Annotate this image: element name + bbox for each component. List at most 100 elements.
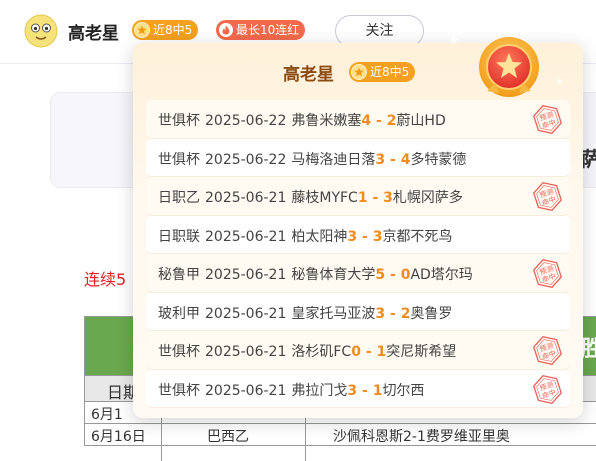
away-team: AD塔尔玛: [410, 267, 473, 283]
score-separator: -: [367, 190, 384, 206]
fire-icon: [219, 23, 233, 37]
table-cell-league: 巴西乙: [207, 429, 249, 445]
prediction-record-popup: ✦ ✦ 高老星 近8中5 世俱杯 2025-06-22 弗鲁米嫩塞4 - 2蔚山HD…: [133, 33, 583, 418]
match-row[interactable]: 世俱杯 2025-06-22 弗鲁米嫩塞4 - 2蔚山HD 预测 命中: [146, 100, 570, 139]
score-separator: -: [360, 344, 377, 360]
match-text: 日职联 2025-06-21 柏太阳神3 - 3京都不死鸟: [158, 226, 452, 246]
home-team: 弗拉门戈: [291, 382, 348, 399]
home-score: 3: [347, 228, 358, 245]
popup-streak-badge: 近8中5: [349, 62, 416, 82]
away-score: 4: [400, 151, 411, 168]
match-row[interactable]: 秘鲁甲 2025-06-21 秘鲁体育大学5 - 0AD塔尔玛 预测 命中: [146, 254, 570, 293]
avatar[interactable]: [24, 14, 58, 48]
info-card-text-fragment: 萨: [581, 147, 596, 171]
match-row[interactable]: 玻利甲 2025-06-21 皇家托马亚波3 - 2奥鲁罗: [146, 292, 570, 331]
sparkle-icon: ✦: [555, 75, 565, 88]
prediction-hit-stamp-icon: 预测命中: [533, 181, 562, 212]
match-date: 2025-06-21: [205, 190, 287, 206]
away-team: 多特蒙德: [410, 151, 467, 168]
match-row[interactable]: 日职乙 2025-06-21 藤枝MYFC1 - 3札幌冈萨多 预测 命中: [146, 177, 570, 216]
match-date: 2025-06-21: [205, 382, 287, 399]
match-list: 世俱杯 2025-06-22 弗鲁米嫩塞4 - 2蔚山HD 预测 命中 世俱杯 2025…: [146, 100, 570, 408]
home-score: 0: [351, 344, 361, 360]
match-text: 秘鲁甲 2025-06-21 秘鲁体育大学5 - 0AD塔尔玛: [158, 264, 473, 284]
away-team: 蔚山HD: [396, 113, 446, 129]
match-date: 2025-06-21: [205, 228, 287, 245]
away-score: 3: [372, 228, 383, 245]
match-league: 世俱杯: [158, 382, 200, 399]
away-score: 1: [376, 344, 387, 360]
score-separator: -: [385, 267, 401, 283]
match-date: 2025-06-21: [205, 344, 287, 360]
home-team: 柏太阳神: [291, 228, 348, 245]
match-text: 世俱杯 2025-06-22 弗鲁米嫩塞4 - 2蔚山HD: [158, 110, 446, 130]
table-header-text-fragment: 胜: [581, 337, 596, 362]
sparkle-icon: ✦: [448, 33, 460, 49]
medal-icon: [479, 37, 539, 97]
medal-icon: [134, 22, 150, 38]
home-team: 藤枝MYFC: [291, 190, 358, 206]
away-score: 2: [386, 113, 397, 129]
score-separator: -: [357, 228, 373, 245]
home-score: 5: [375, 267, 386, 283]
streak-record-label: 最长10连红: [236, 23, 300, 37]
match-date: 2025-06-21: [205, 267, 287, 283]
match-league: 世俱杯: [158, 344, 200, 360]
match-league: 日职乙: [158, 190, 200, 206]
match-text: 日职乙 2025-06-21 藤枝MYFC1 - 3札幌冈萨多: [158, 187, 463, 207]
match-date: 2025-06-22: [205, 151, 287, 168]
home-team: 洛杉矶FC: [291, 344, 352, 360]
away-team: 突尼斯希望: [386, 344, 457, 360]
table-cell-date: 6月16日: [91, 429, 146, 445]
match-row[interactable]: 世俱杯 2025-06-21 弗拉门戈3 - 1切尔西 预测 命中: [146, 369, 570, 408]
home-score: 3: [375, 305, 386, 322]
away-team: 切尔西: [382, 382, 425, 399]
prediction-hit-stamp-icon: 预测命中: [533, 104, 562, 135]
popup-streak-label: 近8中5: [370, 65, 410, 79]
home-score: 3: [375, 151, 386, 168]
away-score: 0: [400, 267, 411, 283]
streak-record-badge: 最长10连红: [216, 20, 306, 40]
away-score: 1: [372, 382, 383, 399]
score-separator: -: [371, 113, 387, 129]
match-row[interactable]: 世俱杯 2025-06-21 洛杉矶FC0 - 1突尼斯希望 预测 命中: [146, 331, 570, 370]
home-team: 弗鲁米嫩塞: [291, 113, 362, 129]
table-cell-date: 6月1: [91, 407, 123, 423]
prediction-hit-stamp-icon: 预测命中: [533, 258, 562, 289]
home-score: 3: [347, 382, 358, 399]
home-score: 4: [361, 113, 372, 129]
match-text: 世俱杯 2025-06-22 马梅洛迪日落3 - 4多特蒙德: [158, 149, 466, 169]
away-score: 3: [383, 190, 393, 206]
prediction-hit-stamp-icon: 预测命中: [533, 335, 562, 366]
score-separator: -: [385, 151, 401, 168]
streak-badge-label: 近8中5: [153, 23, 193, 37]
popup-title: 高老星: [283, 65, 334, 85]
match-row[interactable]: 世俱杯 2025-06-22 马梅洛迪日落3 - 4多特蒙德: [146, 138, 570, 177]
home-team: 马梅洛迪日落: [291, 151, 376, 168]
away-team: 札幌冈萨多: [392, 190, 463, 206]
score-separator: -: [357, 382, 373, 399]
table-cell-match: 沙佩科恩斯2-1费罗维亚里奥: [333, 429, 510, 445]
score-separator: -: [385, 305, 401, 322]
match-date: 2025-06-21: [205, 305, 287, 322]
match-league: 日职联: [158, 228, 200, 245]
away-team: 奥鲁罗: [410, 305, 453, 322]
match-league: 秘鲁甲: [158, 267, 200, 283]
home-team: 秘鲁体育大学: [291, 267, 376, 283]
match-text: 世俱杯 2025-06-21 洛杉矶FC0 - 1突尼斯希望: [158, 341, 456, 361]
medal-icon: [351, 64, 367, 80]
username: 高老星: [68, 24, 119, 44]
match-league: 世俱杯: [158, 151, 200, 168]
match-league: 玻利甲: [158, 305, 200, 322]
prediction-hit-stamp-icon: 预测命中: [533, 374, 562, 404]
match-row[interactable]: 日职联 2025-06-21 柏太阳神3 - 3京都不死鸟: [146, 215, 570, 254]
match-date: 2025-06-22: [205, 113, 287, 129]
home-score: 1: [357, 190, 368, 206]
match-league: 世俱杯: [158, 113, 200, 129]
home-team: 皇家托马亚波: [291, 305, 376, 322]
away-team: 京都不死鸟: [382, 228, 453, 245]
streak-badge: 近8中5: [132, 20, 199, 40]
away-score: 2: [400, 305, 411, 322]
streak-description-fragment: 连续5: [84, 270, 127, 289]
match-text: 世俱杯 2025-06-21 弗拉门戈3 - 1切尔西: [158, 380, 424, 400]
